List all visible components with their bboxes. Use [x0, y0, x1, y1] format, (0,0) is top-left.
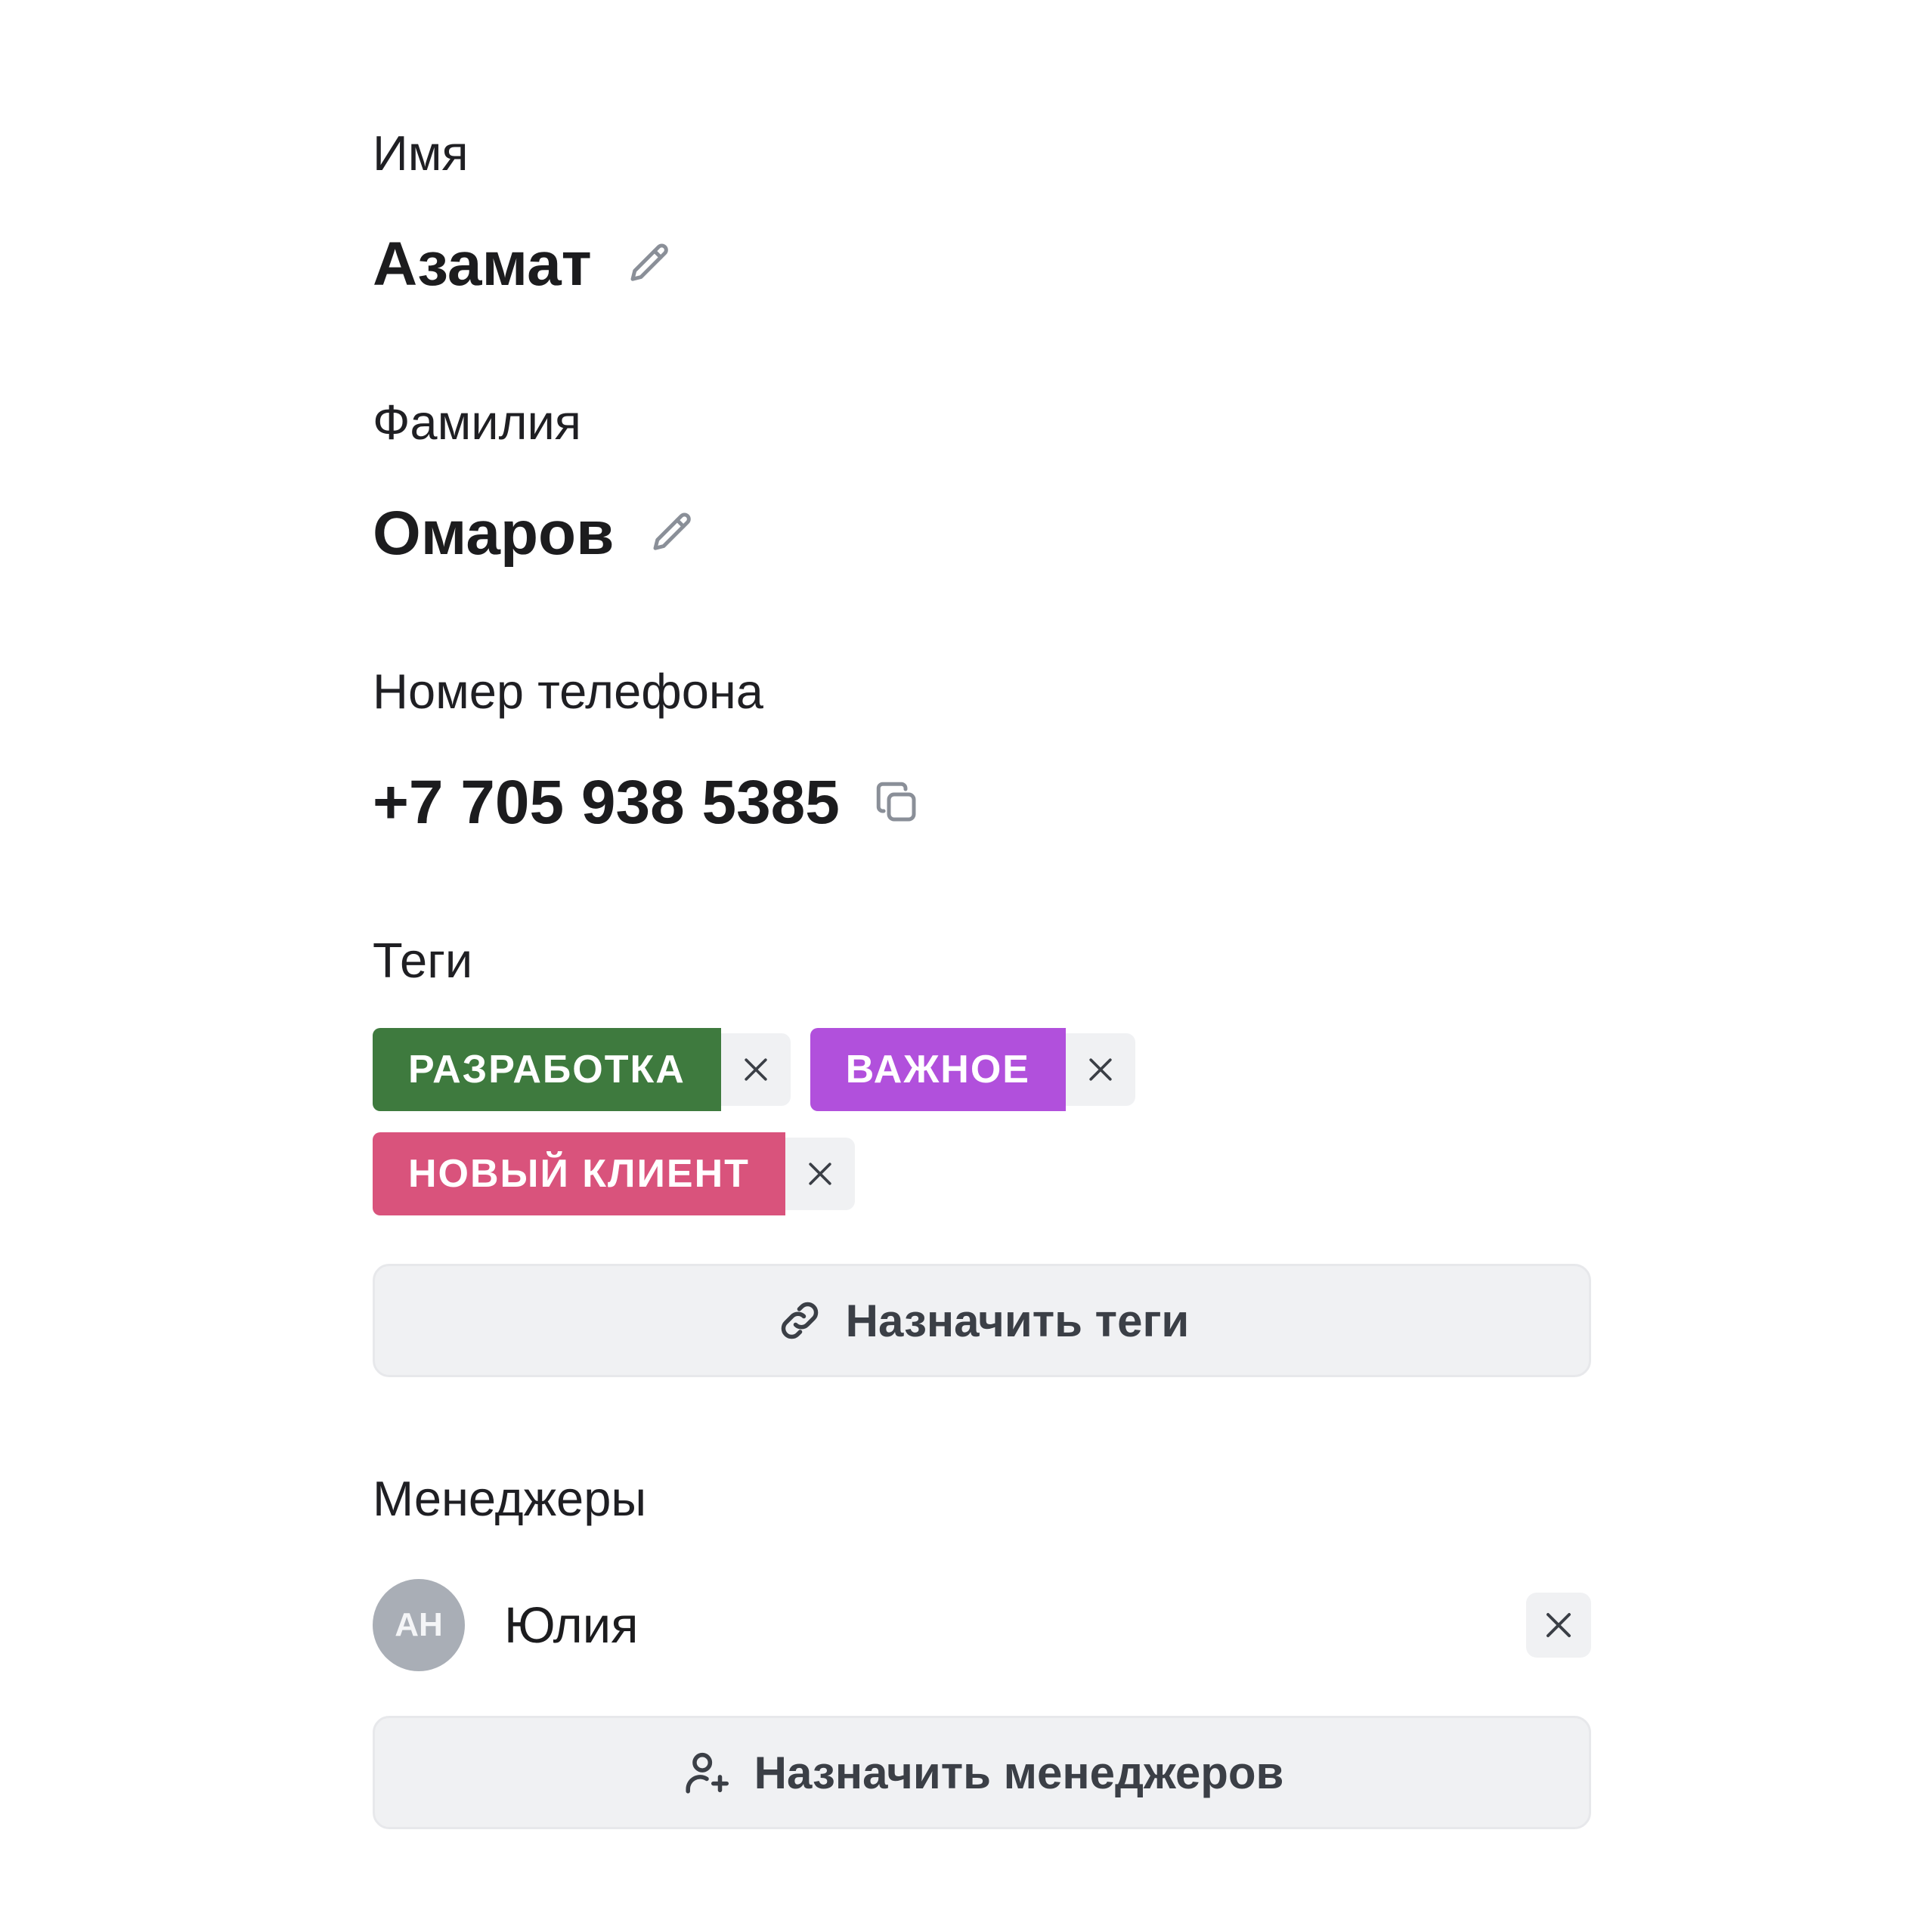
edit-last-name-button[interactable]	[645, 506, 699, 561]
manager-name: Юлия	[504, 1596, 639, 1654]
link-icon	[781, 1302, 818, 1339]
assign-tags-button[interactable]: Назначить теги	[373, 1264, 1591, 1377]
remove-tag-button[interactable]	[785, 1138, 855, 1210]
close-icon	[809, 1163, 831, 1185]
tag-row: НОВЫЙ КЛИЕНТ	[373, 1132, 875, 1215]
tag-label: НОВЫЙ КЛИЕНТ	[373, 1132, 785, 1215]
remove-tag-button[interactable]	[720, 1033, 791, 1106]
last-name-row: Омаров	[373, 496, 699, 571]
last-name-value: Омаров	[373, 499, 615, 568]
phone-row: +7 705 938 5385	[373, 765, 924, 841]
copy-phone-button[interactable]	[870, 776, 924, 830]
tag-chip: ВАЖНОЕ	[810, 1028, 1135, 1111]
tag-chip: РАЗРАБОТКА	[373, 1028, 791, 1111]
last-name-label: Фамилия	[373, 395, 581, 450]
tag-label: РАЗРАБОТКА	[373, 1028, 721, 1111]
phone-value: +7 705 938 5385	[373, 768, 840, 837]
pencil-icon	[630, 243, 668, 281]
pencil-icon	[653, 512, 691, 550]
copy-icon	[876, 782, 916, 822]
tag-label: ВАЖНОЕ	[810, 1028, 1066, 1111]
assign-managers-label: Назначить менеджеров	[754, 1747, 1284, 1798]
first-name-value: Азамат	[373, 230, 592, 299]
phone-label: Номер телефона	[373, 664, 763, 719]
manager-row: АН Юлия	[373, 1578, 1591, 1672]
edit-first-name-button[interactable]	[622, 237, 677, 292]
remove-manager-button[interactable]	[1526, 1593, 1591, 1658]
tag-row: РАЗРАБОТКА ВАЖНОЕ	[373, 1028, 1155, 1111]
close-icon	[745, 1058, 767, 1081]
first-name-label: Имя	[373, 125, 469, 181]
remove-tag-button[interactable]	[1066, 1033, 1135, 1106]
close-icon	[1547, 1613, 1571, 1637]
tag-chip: НОВЫЙ КЛИЕНТ	[373, 1132, 855, 1215]
tags-label: Теги	[373, 933, 473, 988]
avatar: АН	[373, 1579, 465, 1671]
add-user-icon	[686, 1752, 729, 1794]
assign-managers-button[interactable]: Назначить менеджеров	[373, 1716, 1591, 1829]
contact-details-page: Имя Азамат Фамилия Омаров Номер телефона	[0, 0, 1932, 1932]
close-icon	[1089, 1058, 1112, 1081]
managers-label: Менеджеры	[373, 1471, 647, 1526]
first-name-row: Азамат	[373, 227, 677, 302]
assign-tags-label: Назначить теги	[845, 1295, 1190, 1346]
